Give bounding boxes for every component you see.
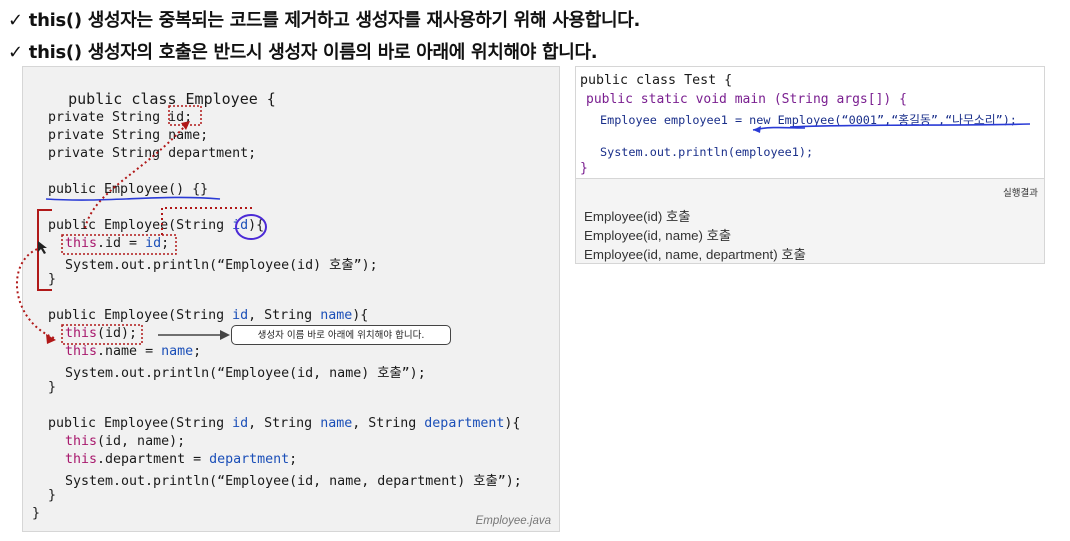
- main-method-signature: public static void main (String args[]) …: [586, 92, 907, 107]
- assign-name: this.name = name;: [65, 344, 202, 359]
- constructor-id-signature: public Employee(String id){: [48, 218, 265, 233]
- class-close-brace: }: [32, 506, 41, 521]
- println-employee: System.out.println(employee1);: [600, 145, 814, 159]
- bullet-text-1: this() 생성자는 중복되는 코드를 제거하고 생성자를 재사용하기 위해 …: [28, 10, 641, 31]
- main-close-brace: }: [580, 161, 588, 176]
- output-label: 실행결과: [1003, 188, 1038, 199]
- constructor-full-signature: public Employee(String id, String name, …: [48, 416, 521, 431]
- check-icon: ✓: [8, 42, 23, 63]
- close-brace: }: [48, 272, 57, 287]
- println-id: System.out.println(“Employee(id) 호출”);: [65, 258, 378, 273]
- test-code-panel: public class Test { public static void m…: [575, 66, 1045, 179]
- assign-department: this.department = department;: [65, 452, 298, 467]
- this-call-id-name: this(id, name);: [65, 434, 186, 449]
- output-line: Employee(id, name) 호출: [584, 228, 732, 243]
- field-name: private String name;: [48, 128, 209, 143]
- callout-note: 생성자 이름 바로 아래에 위치해야 합니다.: [231, 325, 451, 345]
- bullet-position: ✓ this() 생성자의 호출은 반드시 생성자 이름의 바로 아래에 위치해야…: [8, 38, 598, 64]
- constructor-id-name-signature: public Employee(String id, String name){: [48, 308, 369, 323]
- output-line: Employee(id) 호출: [584, 209, 691, 224]
- employee-instantiation: Employee employee1 = new Employee(“0001”…: [600, 113, 1017, 127]
- employee-code-panel: public class Employee { private String i…: [22, 66, 560, 532]
- assign-id: this.id = id;: [65, 236, 170, 251]
- bullet-text-2: this() 생성자의 호출은 반드시 생성자 이름의 바로 아래에 위치해야 …: [28, 42, 598, 63]
- this-call-id: this(id);: [65, 326, 138, 341]
- default-constructor: public Employee() {}: [48, 182, 209, 197]
- field-id: private String id;: [48, 110, 193, 125]
- file-name-label: Employee.java: [475, 515, 551, 527]
- bullet-reuse: ✓ this() 생성자는 중복되는 코드를 제거하고 생성자를 재사용하기 위해…: [8, 6, 640, 32]
- println-full: System.out.println(“Employee(id, name, d…: [65, 474, 522, 489]
- field-department: private String department;: [48, 146, 257, 161]
- close-brace: }: [48, 488, 57, 503]
- test-class-declaration: public class Test {: [580, 73, 733, 88]
- output-line: Employee(id, name, department) 호출: [584, 247, 806, 262]
- println-id-name: System.out.println(“Employee(id, name) 호…: [65, 366, 426, 381]
- close-brace: }: [48, 380, 57, 395]
- output-panel: 실행결과 Employee(id) 호출 Employee(id, name) …: [575, 178, 1045, 264]
- check-icon: ✓: [8, 10, 23, 31]
